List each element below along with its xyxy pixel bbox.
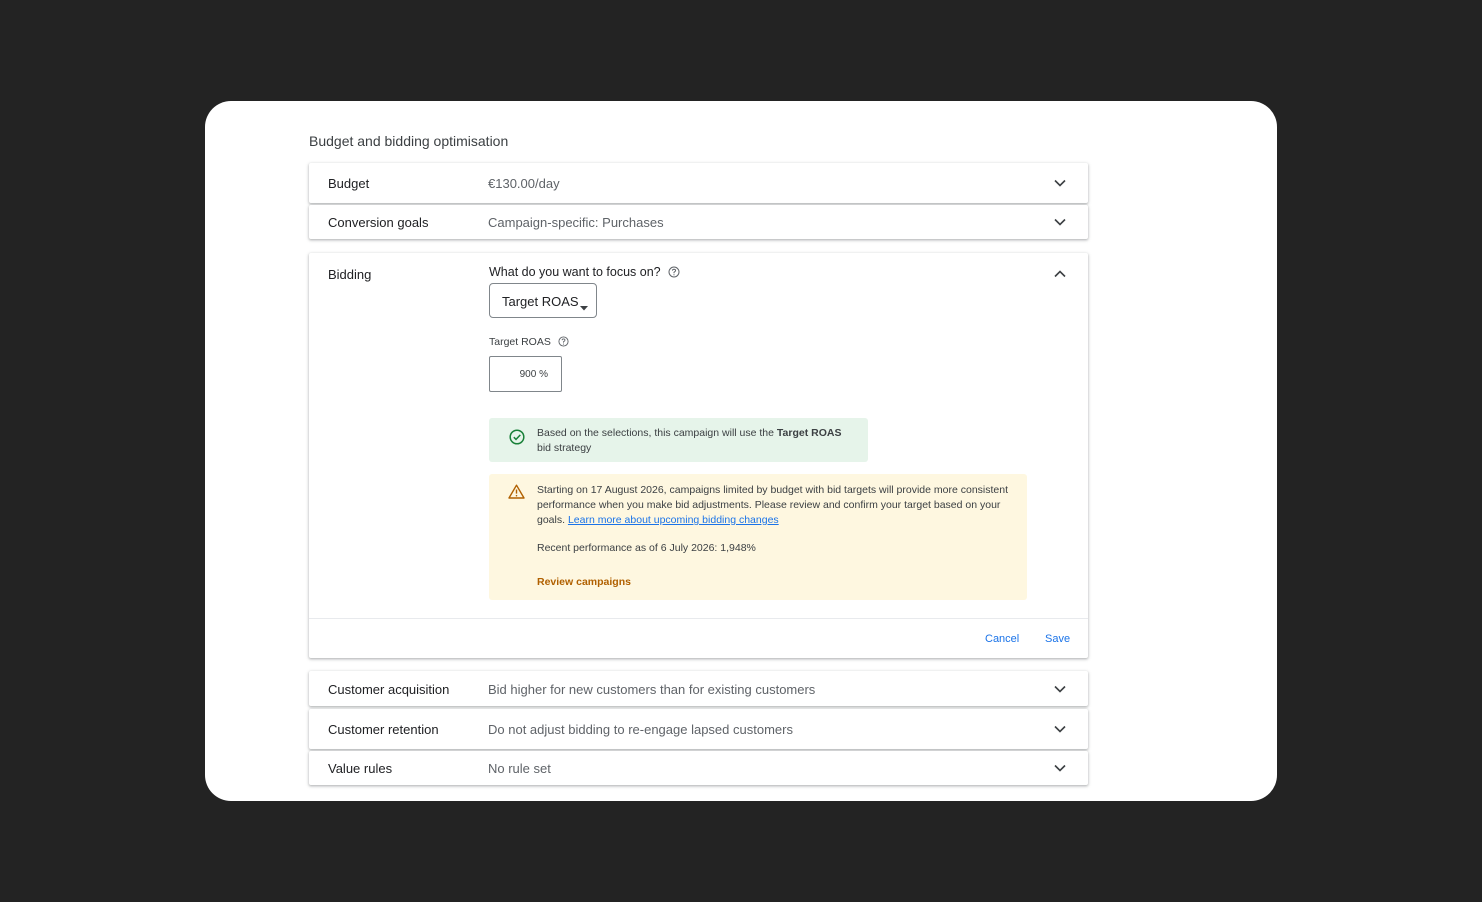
warning-triangle-icon — [508, 484, 525, 504]
customer-retention-label: Customer retention — [328, 722, 439, 737]
target-roas-value: 900 — [519, 369, 537, 380]
value-rules-value: No rule set — [488, 761, 551, 776]
focus-dropdown-value: Target ROAS — [502, 294, 579, 309]
check-circle-icon — [509, 429, 525, 450]
target-roas-field: 900 % — [520, 369, 548, 380]
chevron-down-icon[interactable] — [1053, 215, 1067, 229]
chevron-up-icon[interactable] — [1053, 267, 1067, 281]
focus-question: What do you want to focus on? — [489, 265, 680, 281]
bid-strategy-name: Target ROAS — [776, 427, 842, 439]
chevron-down-icon[interactable] — [1053, 682, 1067, 696]
customer-retention-row[interactable]: Customer retention Do not adjust bidding… — [309, 709, 1088, 749]
value-rules-label: Value rules — [328, 761, 393, 776]
budget-label: Budget — [328, 176, 370, 191]
bidding-changes-warning: Starting on 17 August 2026, campaigns li… — [489, 474, 1027, 600]
customer-retention-value: Do not adjust bidding to re-engage lapse… — [488, 722, 793, 737]
bid-strategy-prefix: Based on the selections, this campaign w… — [537, 427, 777, 439]
target-roas-unit: % — [539, 369, 548, 380]
customer-acquisition-row[interactable]: Customer acquisition Bid higher for new … — [309, 671, 1088, 706]
budget-value: €130.00/day — [488, 176, 560, 191]
caret-down-icon — [580, 299, 588, 314]
panel-divider — [309, 618, 1088, 619]
help-circle-icon[interactable] — [668, 266, 680, 281]
bidding-panel: Bidding What do you want to focus on? Ta… — [309, 253, 1088, 658]
settings-card: Budget and bidding optimisation Budget €… — [205, 101, 1277, 801]
conversion-goals-label: Conversion goals — [328, 215, 429, 230]
warning-message: Starting on 17 August 2026, campaigns li… — [537, 483, 1012, 528]
chevron-down-icon[interactable] — [1053, 176, 1067, 190]
customer-acquisition-label: Customer acquisition — [328, 682, 450, 697]
conversion-goals-row[interactable]: Conversion goals Campaign-specific: Purc… — [309, 205, 1088, 239]
save-button[interactable]: Save — [1045, 633, 1070, 645]
focus-question-text: What do you want to focus on? — [489, 265, 661, 279]
bid-strategy-suffix: bid strategy — [537, 442, 592, 454]
chevron-down-icon[interactable] — [1053, 761, 1067, 775]
section-title: Budget and bidding optimisation — [309, 133, 509, 149]
focus-dropdown[interactable]: Target ROAS — [489, 283, 597, 318]
cancel-button[interactable]: Cancel — [985, 633, 1019, 645]
target-roas-label: Target ROAS — [489, 336, 551, 348]
recent-performance: Recent performance as of 6 July 2026: 1,… — [537, 542, 756, 554]
target-roas-input[interactable]: 900 % — [489, 356, 562, 392]
learn-more-link[interactable]: Learn more about upcoming bidding change… — [568, 514, 779, 526]
target-roas-label-row: Target ROAS — [489, 336, 569, 350]
bid-strategy-message: Based on the selections, this campaign w… — [537, 426, 847, 456]
bidding-label: Bidding — [328, 267, 372, 282]
conversion-goals-value: Campaign-specific: Purchases — [488, 215, 664, 230]
budget-row[interactable]: Budget €130.00/day — [309, 163, 1088, 203]
help-circle-icon[interactable] — [558, 336, 569, 350]
customer-acquisition-value: Bid higher for new customers than for ex… — [488, 682, 816, 697]
chevron-down-icon[interactable] — [1053, 722, 1067, 736]
value-rules-row[interactable]: Value rules No rule set — [309, 751, 1088, 785]
review-campaigns-link[interactable]: Review campaigns — [537, 575, 631, 590]
bid-strategy-notice: Based on the selections, this campaign w… — [489, 418, 868, 462]
